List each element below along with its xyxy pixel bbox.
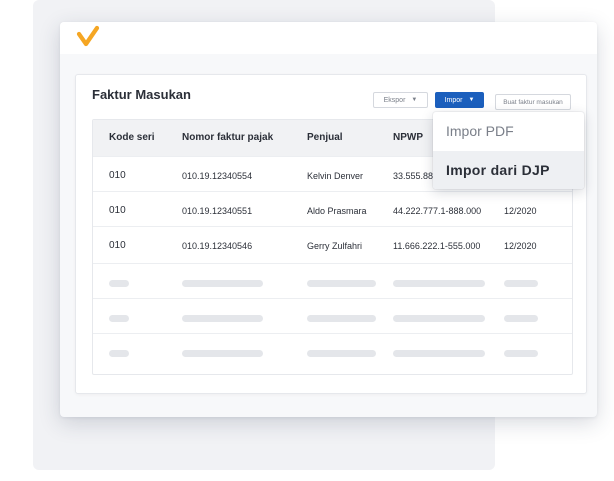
placeholder-bar (182, 315, 263, 322)
placeholder-bar (393, 280, 485, 287)
app-header (60, 22, 597, 54)
cell-penjual: Aldo Prasmara (307, 206, 367, 216)
impor-button-label: Impor (444, 96, 463, 104)
placeholder-bar (393, 350, 485, 357)
placeholder-bar (109, 315, 129, 322)
placeholder-bar (307, 280, 376, 287)
placeholder-bar (504, 315, 538, 322)
menu-item-impor-pdf[interactable]: Impor PDF (433, 112, 584, 150)
column-header-npwp[interactable]: NPWP (393, 132, 423, 143)
placeholder-bar (504, 350, 538, 357)
ekspor-button[interactable]: Ekspor ▼ (373, 92, 428, 108)
cell-kode-seri: 010 (109, 240, 126, 251)
buat-faktur-masukan-button[interactable]: Buat faktur masukan (495, 94, 571, 110)
cell-npwp: 44.222.777.1-888.000 (393, 206, 482, 216)
menu-item-impor-dari-djp[interactable]: Impor dari DJP (433, 151, 584, 189)
page-title: Faktur Masukan (92, 87, 191, 102)
cell-nomor-faktur: 010.19.12340554 (182, 171, 253, 181)
column-header-nomor-faktur[interactable]: Nomor faktur pajak (182, 132, 273, 143)
caret-down-icon: ▼ (468, 97, 475, 103)
cell-npwp: 33.555.88 (393, 171, 434, 181)
placeholder-bar (182, 350, 263, 357)
cell-penjual: Gerry Zulfahri (307, 241, 363, 251)
placeholder-row (93, 333, 572, 370)
cell-kode-seri: 010 (109, 205, 126, 216)
table-row[interactable]: 010 010.19.12340546 Gerry Zulfahri 11.66… (93, 226, 572, 263)
impor-button[interactable]: Impor ▼ (435, 92, 484, 108)
placeholder-bar (307, 350, 376, 357)
placeholder-bar (504, 280, 538, 287)
cell-kode-seri: 010 (109, 170, 126, 181)
ekspor-button-label: Ekspor (383, 96, 406, 104)
buat-faktur-masukan-label: Buat faktur masukan (503, 98, 563, 106)
placeholder-row (93, 263, 572, 300)
impor-dropdown-menu: Impor PDF Impor dari DJP (433, 112, 584, 189)
cell-masa-pajak: 12/2020 (504, 241, 537, 251)
column-header-kode-seri[interactable]: Kode seri (109, 132, 155, 143)
placeholder-bar (393, 315, 485, 322)
column-header-penjual[interactable]: Penjual (307, 132, 343, 143)
cell-penjual: Kelvin Denver (307, 171, 364, 181)
cell-masa-pajak: 12/2020 (504, 206, 537, 216)
cell-npwp: 11.666.222.1-555.000 (393, 241, 481, 251)
caret-down-icon: ▼ (411, 97, 418, 103)
cell-nomor-faktur: 010.19.12340546 (182, 241, 253, 251)
placeholder-row (93, 298, 572, 335)
placeholder-bar (109, 350, 129, 357)
cell-nomor-faktur: 010.19.12340551 (182, 206, 253, 216)
checkmark-logo-icon (76, 25, 100, 47)
placeholder-bar (182, 280, 263, 287)
placeholder-bar (109, 280, 129, 287)
table-row[interactable]: 010 010.19.12340551 Aldo Prasmara 44.222… (93, 191, 572, 228)
placeholder-bar (307, 315, 376, 322)
